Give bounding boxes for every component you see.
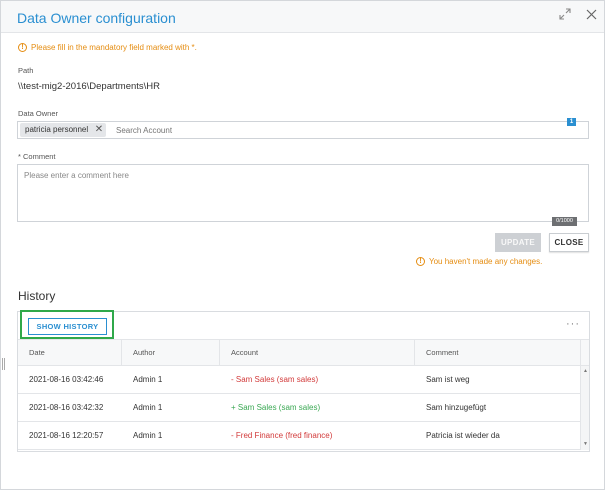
owner-chip: patricia personnel ✕ (20, 123, 107, 137)
table-header: Date Author Account Comment (18, 340, 589, 366)
expand-icon[interactable] (557, 8, 573, 24)
update-button[interactable]: UPDATE (495, 233, 541, 252)
dialog-titlebar: Data Owner configuration (1, 1, 604, 33)
resize-handle[interactable] (2, 358, 5, 370)
owner-chip-label: patricia personnel (25, 125, 89, 134)
scroll-down-icon[interactable]: ▼ (582, 441, 589, 448)
info-circle-icon: ! (416, 257, 425, 266)
data-owner-dialog: Data Owner configuration ! Please fill i… (0, 0, 605, 490)
owner-count-badge: 1 (567, 118, 576, 126)
close-button[interactable]: CLOSE (549, 233, 589, 252)
close-icon[interactable] (583, 8, 599, 24)
cell-account: + Sam Sales (sam sales) (231, 403, 321, 412)
more-horizontal-icon[interactable]: ··· (566, 318, 580, 330)
comment-textarea[interactable] (17, 164, 589, 222)
cell-author: Admin 1 (133, 431, 163, 440)
column-header-date[interactable]: Date (18, 340, 122, 366)
mandatory-notice: ! Please fill in the mandatory field mar… (18, 43, 197, 52)
cell-date: 2021-08-16 12:20:57 (29, 431, 104, 440)
cell-comment: Patricia ist wieder da (426, 431, 500, 440)
dialog-title: Data Owner configuration (17, 10, 176, 26)
cell-date: 2021-08-16 03:42:46 (29, 375, 104, 384)
char-counter: 0/1000 (552, 217, 577, 226)
data-owner-label: Data Owner (18, 109, 59, 118)
show-history-button[interactable]: SHOW HISTORY (28, 318, 107, 335)
path-label: Path (18, 66, 34, 75)
cell-comment: Sam hinzugefügt (426, 403, 487, 412)
history-panel: SHOW HISTORY ··· Date Author Account Com… (17, 310, 590, 452)
table-row[interactable]: 2021-08-16 12:20:57 Admin 1 - Fred Finan… (18, 422, 580, 450)
path-value: \\test-mig2-2016\Departments\HR (18, 81, 161, 92)
table-row[interactable]: 2021-08-16 03:42:46 Admin 1 - Sam Sales … (18, 366, 580, 394)
no-changes-text: You haven't made any changes. (429, 257, 543, 266)
account-search-input[interactable] (116, 124, 556, 137)
cell-comment: Sam ist weg (426, 375, 470, 384)
mandatory-notice-text: Please fill in the mandatory field marke… (31, 43, 197, 52)
column-header-author[interactable]: Author (122, 340, 220, 366)
info-circle-icon: ! (18, 43, 27, 52)
remove-chip-icon[interactable]: ✕ (95, 123, 103, 137)
no-changes-notice: ! You haven't made any changes. (416, 257, 542, 266)
history-table: Date Author Account Comment 2021-08-16 0… (18, 339, 589, 451)
history-heading: History (18, 289, 56, 303)
comment-label: * Comment (18, 152, 56, 161)
data-owner-field[interactable]: patricia personnel ✕ 1 (17, 118, 589, 139)
cell-author: Admin 1 (133, 403, 163, 412)
cell-author: Admin 1 (133, 375, 163, 384)
cell-date: 2021-08-16 03:42:32 (29, 403, 104, 412)
table-scrollbar[interactable]: ▲ ▼ (580, 366, 589, 450)
cell-account: - Fred Finance (fred finance) (231, 431, 333, 440)
scroll-up-icon[interactable]: ▲ (582, 368, 589, 375)
table-row[interactable]: 2021-08-16 03:42:32 Admin 1 + Sam Sales … (18, 394, 580, 422)
column-header-comment[interactable]: Comment (415, 340, 581, 366)
column-header-account[interactable]: Account (220, 340, 415, 366)
cell-account: - Sam Sales (sam sales) (231, 375, 319, 384)
